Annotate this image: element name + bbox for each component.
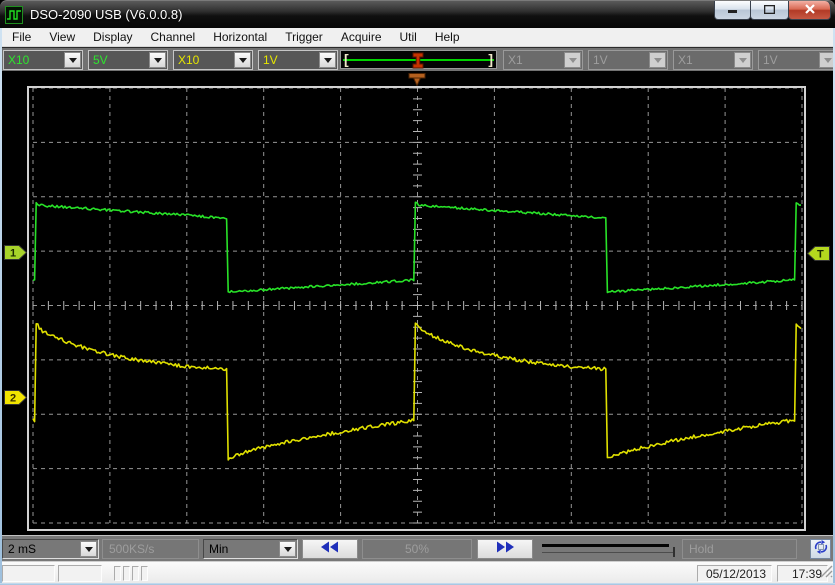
svg-text:T: T: [817, 249, 824, 261]
window-border-left: [0, 28, 2, 585]
menu-display[interactable]: Display: [84, 28, 141, 46]
trigger-position-percent: 50%: [405, 542, 430, 556]
menu-acquire[interactable]: Acquire: [332, 28, 391, 46]
sample-rate-panel: 500KS/s: [102, 539, 199, 559]
svg-text:2: 2: [10, 393, 16, 405]
close-button[interactable]: [788, 1, 831, 20]
timebase-combo[interactable]: 2 mS: [2, 539, 99, 559]
acquisition-mode-value: Min: [209, 542, 229, 556]
status-panel: [141, 566, 148, 581]
ch2-attenuation-value: X10: [178, 53, 200, 67]
menu-help[interactable]: Help: [426, 28, 469, 46]
pan-right-button[interactable]: [477, 539, 533, 559]
minimize-button[interactable]: [714, 1, 751, 20]
maximize-icon: [763, 1, 776, 19]
trigger-level-marker[interactable]: T: [806, 246, 830, 266]
app-icon: [5, 6, 23, 29]
left-bracket: [: [344, 51, 349, 67]
scope-client-area: 1 2 T: [0, 71, 835, 535]
aux2-attenuation-combo: X1: [673, 50, 753, 70]
dropdown-arrow-icon: [564, 52, 581, 68]
refresh-button[interactable]: [810, 539, 831, 559]
waveform-plot: [32, 88, 803, 524]
status-panel: [123, 566, 130, 581]
status-time: 17:39: [791, 567, 822, 581]
right-bracket: ]: [488, 51, 493, 67]
trigger-position-percent-panel: 50%: [362, 539, 472, 559]
app-window: DSO-2090 USB (V6.0.0.8) File View Displa…: [0, 0, 835, 585]
ch1-volts-div-value: 5V: [93, 53, 108, 67]
ch1-attenuation-value: X10: [8, 53, 30, 67]
acquisition-mode-combo[interactable]: Min: [203, 539, 298, 559]
double-left-arrow-icon: [320, 540, 340, 558]
refresh-icon: [814, 539, 828, 559]
status-panel: [58, 565, 102, 582]
maximize-button[interactable]: [750, 1, 789, 20]
timebase-value: 2 mS: [8, 542, 37, 556]
dropdown-arrow-icon: [649, 52, 666, 68]
pan-left-button[interactable]: [302, 539, 358, 559]
menu-channel[interactable]: Channel: [142, 28, 205, 46]
ch1-attenuation-combo[interactable]: X10: [3, 50, 83, 70]
sample-rate-value: 500KS/s: [109, 542, 155, 556]
aux1-volts-div-value: 1V: [593, 53, 608, 67]
menu-file[interactable]: File: [3, 28, 40, 46]
resize-grip[interactable]: [820, 565, 833, 583]
status-panel: [2, 565, 55, 582]
menu-bar: File View Display Channel Horizontal Tri…: [0, 28, 835, 47]
slider-thumb[interactable]: [673, 547, 675, 557]
svg-text:1: 1: [10, 248, 16, 260]
horizontal-toolbar: 2 mS 500KS/s Min 50% Hold: [0, 535, 835, 561]
window-title: DSO-2090 USB (V6.0.0.8): [30, 7, 183, 22]
menu-trigger[interactable]: Trigger: [276, 28, 332, 46]
hold-panel: Hold: [682, 539, 797, 559]
holdoff-slider[interactable]: [540, 539, 678, 559]
ch2-volts-div-value: 1V: [263, 53, 278, 67]
dropdown-arrow-icon[interactable]: [80, 541, 97, 557]
hold-label: Hold: [689, 542, 714, 556]
double-right-arrow-icon: [495, 540, 515, 558]
aux2-volts-div-combo: 1V: [758, 50, 835, 70]
status-panel: [114, 566, 121, 581]
aux2-volts-div-value: 1V: [763, 53, 778, 67]
minimize-icon: [727, 1, 738, 19]
date-panel: 05/12/2013: [697, 565, 772, 582]
ch2-zero-marker[interactable]: 2: [4, 390, 28, 410]
dropdown-arrow-icon[interactable]: [279, 541, 296, 557]
dropdown-arrow-icon[interactable]: [234, 52, 251, 68]
menu-view[interactable]: View: [40, 28, 84, 46]
dropdown-arrow-icon: [734, 52, 751, 68]
oscilloscope-display[interactable]: [27, 86, 806, 531]
dropdown-arrow-icon[interactable]: [149, 52, 166, 68]
aux1-attenuation-combo: X1: [503, 50, 583, 70]
dropdown-arrow-icon[interactable]: [319, 52, 336, 68]
ch2-volts-div-combo[interactable]: 1V: [258, 50, 338, 70]
ch1-zero-marker[interactable]: 1: [4, 245, 28, 265]
status-bar: 05/12/2013 17:39: [0, 561, 835, 585]
close-icon: [804, 1, 815, 19]
slider-scale: [542, 552, 675, 553]
ch2-attenuation-combo[interactable]: X10: [173, 50, 253, 70]
toolbar: X10 5V X10 1V [ ] X1 1V X1 1V: [0, 47, 835, 71]
status-date: 05/12/2013: [705, 567, 766, 581]
aux1-attenuation-value: X1: [508, 53, 523, 67]
ch1-volts-div-combo[interactable]: 5V: [88, 50, 168, 70]
aux1-volts-div-combo: 1V: [588, 50, 668, 70]
aux2-attenuation-value: X1: [678, 53, 693, 67]
title-bar[interactable]: DSO-2090 USB (V6.0.0.8): [0, 0, 835, 28]
dropdown-arrow-icon[interactable]: [64, 52, 81, 68]
trigger-position-bar[interactable]: [ ]: [340, 50, 497, 69]
menu-horizontal[interactable]: Horizontal: [204, 28, 276, 46]
menu-util[interactable]: Util: [391, 28, 426, 46]
status-panel: [132, 566, 139, 581]
slider-rail: [542, 544, 669, 547]
